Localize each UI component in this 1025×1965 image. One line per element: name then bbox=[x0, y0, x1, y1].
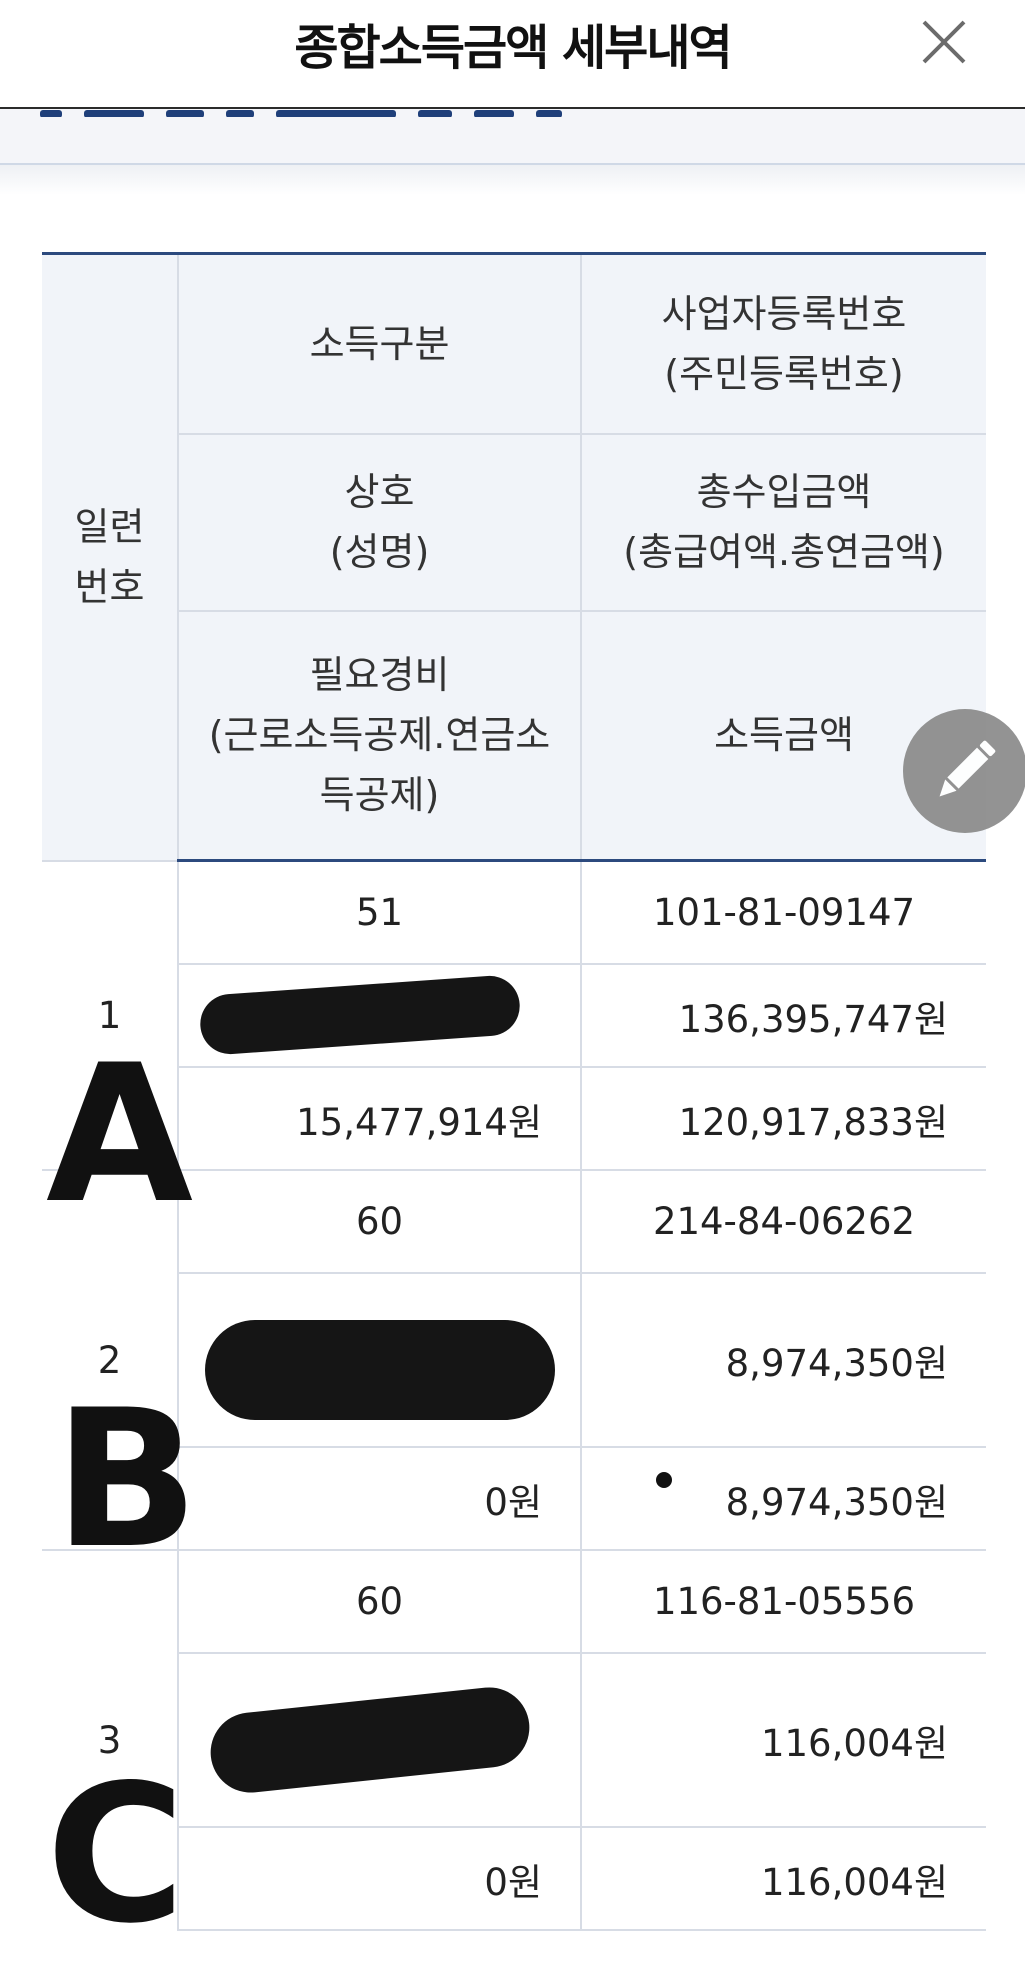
annotation-letter-a: A bbox=[46, 1024, 194, 1245]
total-income-cell: 8,974,350원 bbox=[580, 1272, 986, 1448]
modal-header: 종합소득금액 세부내역 bbox=[0, 0, 1025, 109]
business-no-cell: 101-81-09147 bbox=[580, 859, 986, 965]
business-no-cell: 214-84-06262 bbox=[580, 1169, 986, 1274]
annotation-letter-c: C bbox=[46, 1744, 186, 1965]
divider-shadow bbox=[0, 165, 1025, 195]
expenses-cell: 0원 bbox=[177, 1446, 582, 1551]
income-type-cell: 60 bbox=[177, 1169, 582, 1274]
header-expenses: 필요경비 (근로소득공제.연금소 득공제) bbox=[177, 609, 582, 862]
edit-button[interactable] bbox=[903, 709, 1025, 833]
close-icon[interactable] bbox=[916, 14, 972, 70]
summary-bar bbox=[0, 109, 1025, 165]
modal-title: 종합소득금액 세부내역 bbox=[294, 20, 732, 76]
income-amount-cell: 8,974,350원 bbox=[580, 1446, 986, 1551]
redaction-scribble bbox=[205, 1320, 555, 1420]
income-amount-cell: 116,004원 bbox=[580, 1826, 986, 1931]
header-total-income: 총수입금액 (총급여액.총연금액) bbox=[580, 432, 986, 612]
header-company-name: 상호 (성명) bbox=[177, 432, 582, 612]
total-income-cell: 136,395,747원 bbox=[580, 963, 986, 1068]
header-seq: 일련 번호 bbox=[42, 252, 179, 862]
income-amount-cell: 120,917,833원 bbox=[580, 1066, 986, 1171]
header-business-no: 사업자등록번호 (주민등록번호) bbox=[580, 252, 986, 435]
expenses-cell: 15,477,914원 bbox=[177, 1066, 582, 1171]
pencil-icon bbox=[939, 740, 996, 797]
business-no-cell: 116-81-05556 bbox=[580, 1549, 986, 1654]
expenses-cell: 0원 bbox=[177, 1826, 582, 1931]
total-income-cell: 116,004원 bbox=[580, 1652, 986, 1828]
header-income-type: 소득구분 bbox=[177, 252, 582, 435]
income-type-cell: 60 bbox=[177, 1549, 582, 1654]
table-row: 1 51 101-81-09147 bbox=[42, 859, 986, 1170]
income-type-cell: 51 bbox=[177, 859, 582, 965]
annotation-letter-b: B bbox=[54, 1369, 199, 1590]
stray-dot bbox=[656, 1472, 672, 1488]
